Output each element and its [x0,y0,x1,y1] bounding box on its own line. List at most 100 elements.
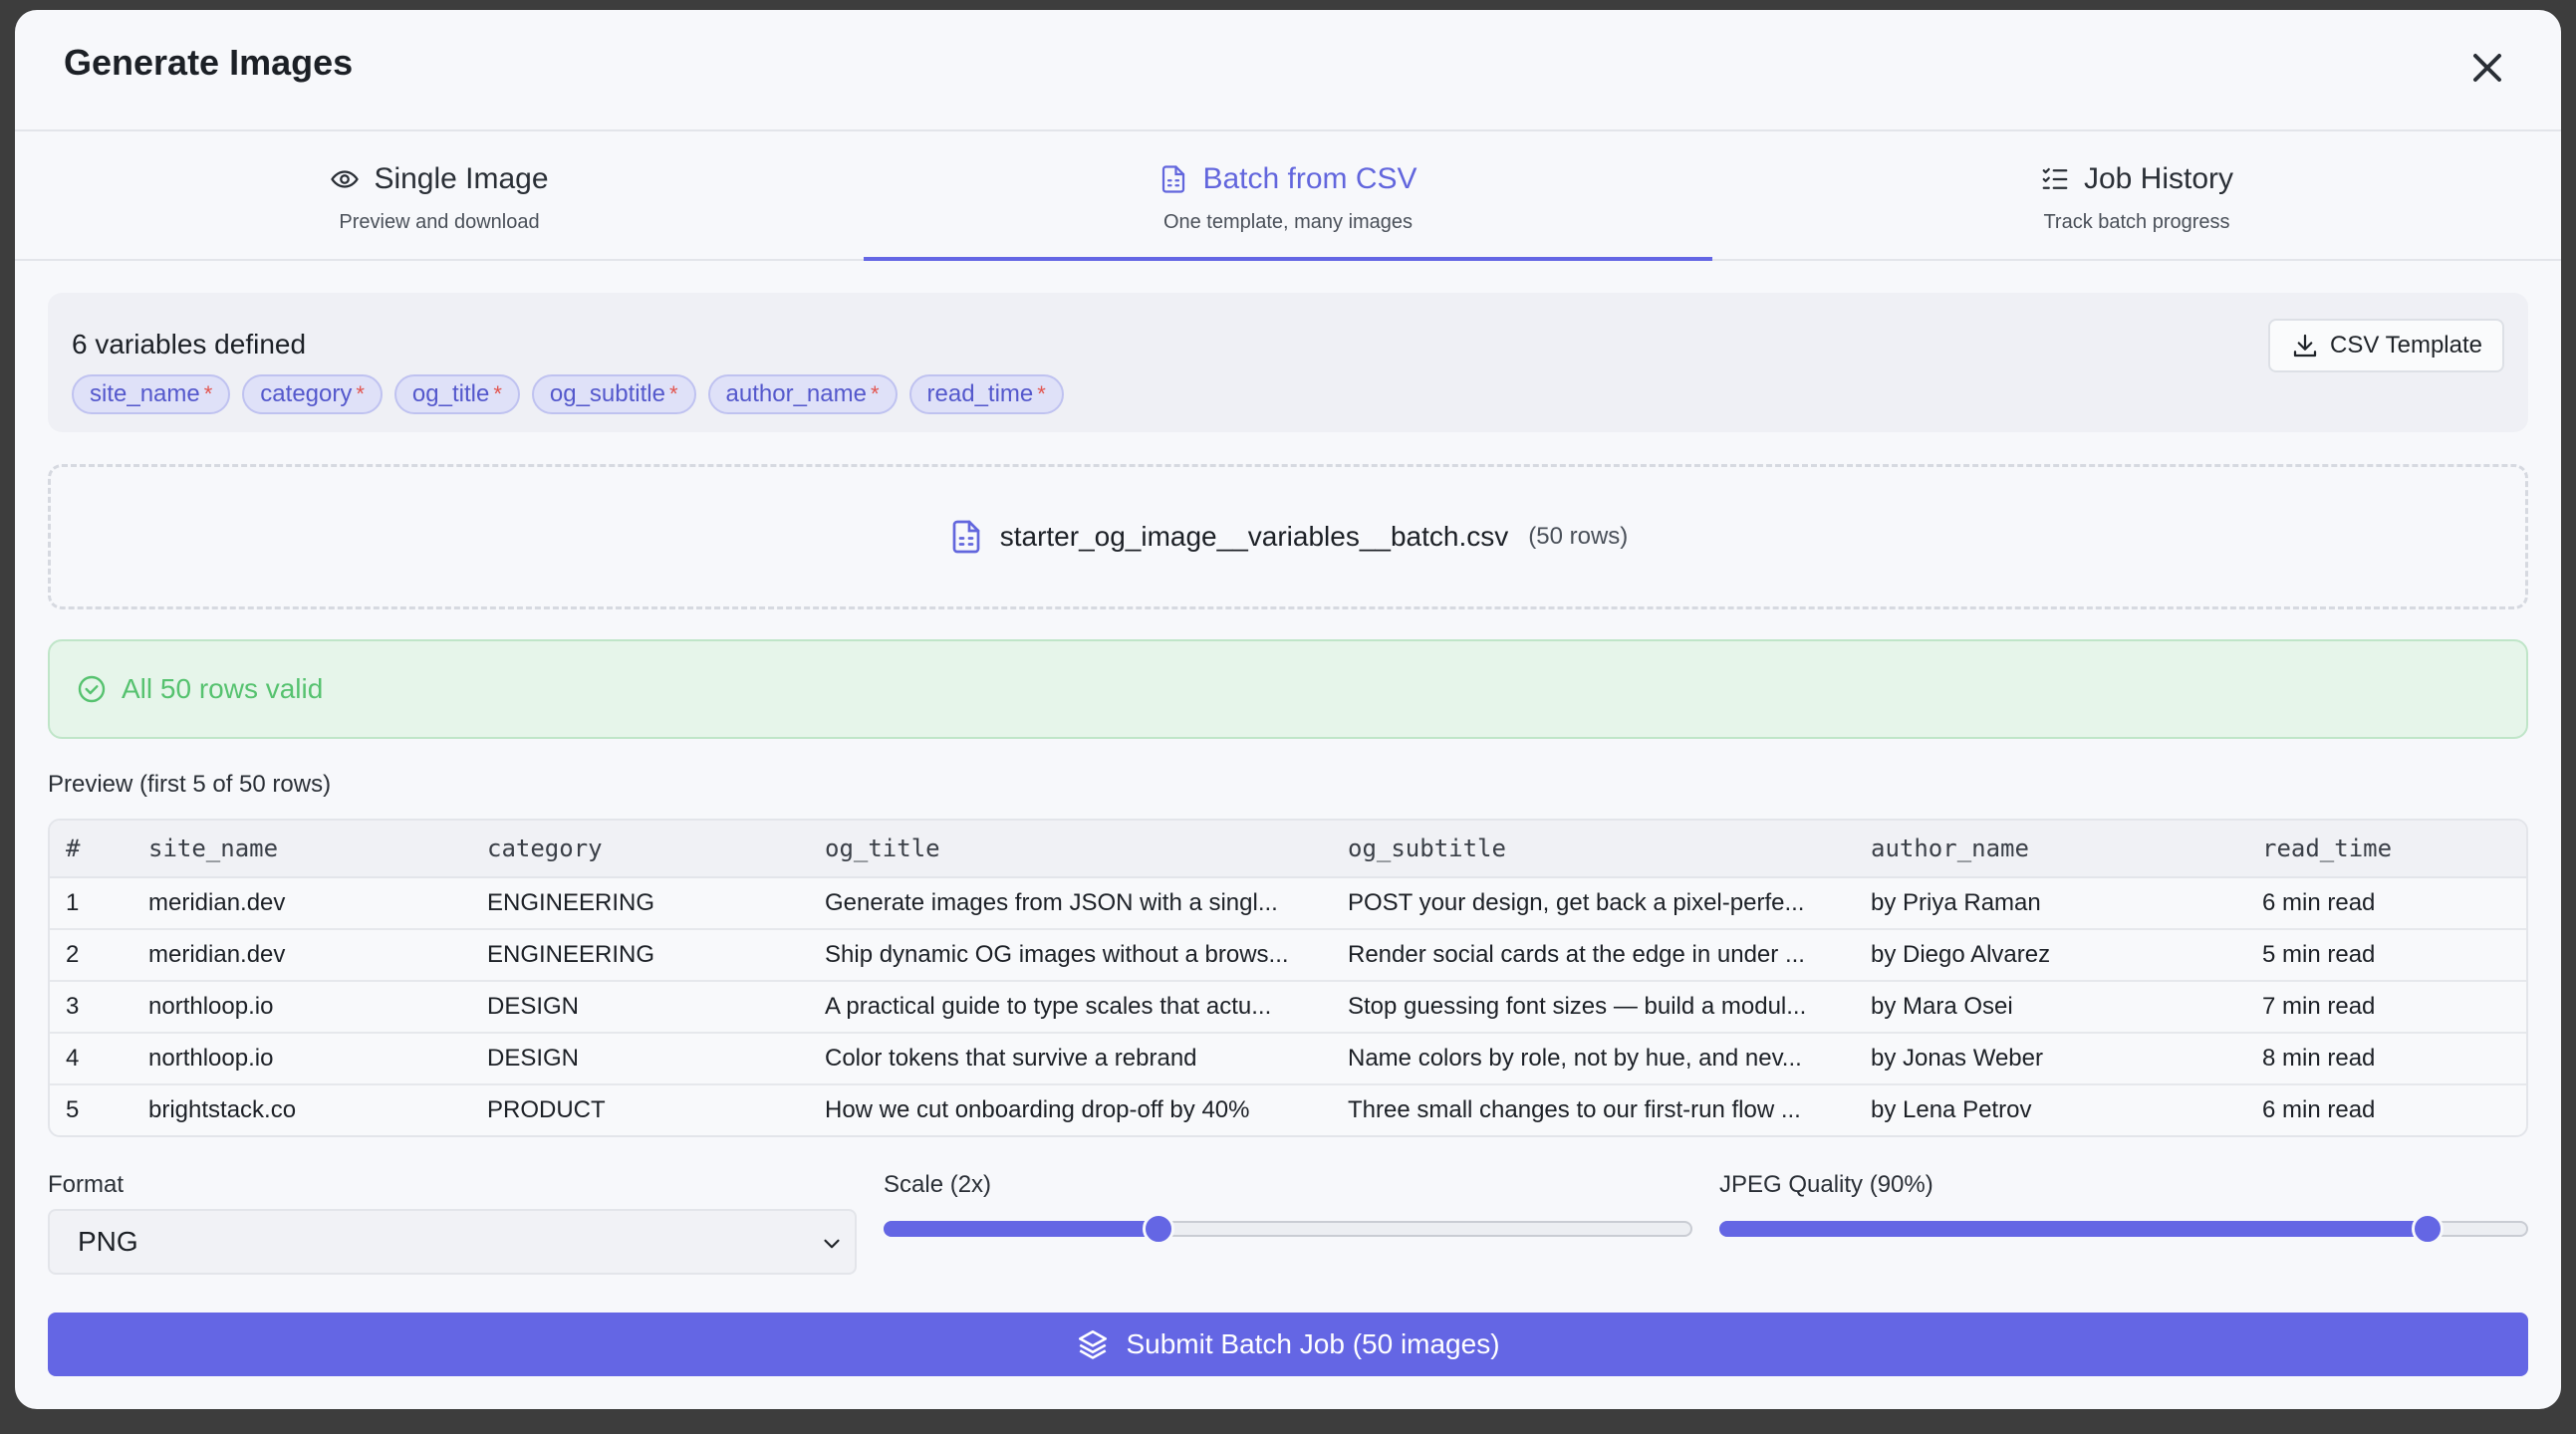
table-cell: meridian.dev [148,877,487,930]
variable-name: site_name [90,380,200,407]
jpeg-quality-label: JPEG Quality (90%) [1719,1171,1933,1198]
table-cell: POST your design, get back a pixel-perfe… [1348,877,1871,930]
generate-images-dialog: Generate Images Single Image Preview and… [15,10,2561,1409]
table-cell: by Jonas Weber [1871,1033,2262,1085]
preview-label: Preview (first 5 of 50 rows) [48,771,332,798]
column-header: # [50,821,148,878]
tab-job-history[interactable]: Job History Track batch progress [1712,131,2561,259]
tab-label: Job History [2083,162,2234,195]
validation-banner: All 50 rows valid [48,639,2528,739]
slider-fill [884,1221,1159,1237]
required-marker: * [1037,381,1046,406]
check-circle-icon [78,675,106,703]
table-cell: Render social cards at the edge in under… [1348,929,1871,982]
table-cell: by Lena Petrov [1871,1096,2032,1123]
variables-count: 6 variables defined [72,329,307,359]
table-cell: Stop guessing font sizes — build a modul… [1348,981,1871,1034]
variable-chip: read_time * [908,374,1064,414]
table-cell: brightstack.co [148,1096,297,1123]
variable-chip: author_name * [707,374,898,414]
slider-thumb[interactable] [1143,1213,1175,1245]
table-row: 1 meridian.dev ENGINEERING Generate imag… [50,877,2526,930]
table-cell: northloop.io [148,981,487,1034]
submit-batch-button[interactable]: Submit Batch Job (50 images) [48,1313,2528,1376]
table-row: 4 northloop.io DESIGN Color tokens that … [50,1033,2526,1085]
column-header: site_name [148,821,487,878]
table-cell: 5 [66,1096,80,1123]
table-cell: Generate images from JSON with a singl..… [825,877,1348,930]
close-icon [2473,54,2501,82]
file-spreadsheet-icon [952,520,980,554]
table-cell: ENGINEERING [487,929,825,982]
table-cell: 6 min read [2262,877,2526,930]
format-selected-value: PNG [78,1226,138,1257]
table-cell: DESIGN [487,1033,825,1085]
csv-template-button[interactable]: CSV Template [2268,319,2504,372]
table-cell: Color tokens that survive a rebrand [825,1033,1348,1085]
variable-name: author_name [725,380,867,407]
variable-chip: og_subtitle * [531,374,696,414]
dialog-header: Generate Images [15,10,2561,131]
tab-label: Single Image [374,162,549,195]
tab-subtitle: Preview and download [339,211,540,233]
variable-chip: category * [242,374,383,414]
tab-batch-from-csv[interactable]: Batch from CSV One template, many images [864,131,1712,261]
variables-panel: 6 variables defined site_name * category *… [48,293,2528,432]
variable-chip: og_title * [393,374,520,414]
variable-chip: site_name * [72,374,231,414]
jpeg-quality-slider[interactable] [1719,1213,2528,1245]
variable-chips: site_name * category * og_title * og_subtit… [72,374,1064,414]
variable-name: read_time [926,380,1034,407]
submit-label: Submit Batch Job (50 images) [1126,1328,1500,1359]
csv-dropzone[interactable]: starter_og_image__variables__batch.csv (… [48,464,2528,609]
tab-subtitle: Track batch progress [2043,211,2230,233]
scale-slider[interactable] [884,1213,1692,1245]
required-marker: * [668,381,678,406]
slider-thumb[interactable] [2411,1213,2444,1245]
tab-single-image[interactable]: Single Image Preview and download [15,131,864,259]
table-cell: 2 [50,929,148,982]
table-cell: by Diego Alvarez [1871,929,2262,982]
table-cell: 6 min read [2262,1096,2376,1123]
format-label: Format [48,1171,125,1198]
table-cell: 8 min read [2262,1033,2526,1085]
dialog-title: Generate Images [64,42,354,83]
table-cell: 7 min read [2262,981,2526,1034]
close-button[interactable] [2463,44,2511,92]
table-header-row: # site_name category og_title og_subtitl… [50,821,2526,878]
table-cell: 1 [50,877,148,930]
column-header: category [487,821,825,878]
required-marker: * [356,381,365,406]
table-row: 5 brightstack.co PRODUCT How we cut onbo… [50,1084,2526,1135]
table-cell: 4 [50,1033,148,1085]
table-cell: PRODUCT [487,1096,606,1123]
column-header: og_subtitle [1348,821,1871,878]
required-marker: * [203,381,213,406]
table-row: 2 meridian.dev ENGINEERING Ship dynamic … [50,929,2526,982]
column-header: og_title [825,821,1348,878]
slider-fill [1719,1221,2428,1237]
chevron-down-icon [824,1239,840,1249]
table-cell: DESIGN [487,981,825,1034]
table-cell: by Priya Raman [1871,877,2262,930]
validation-message: All 50 rows valid [122,673,324,704]
table-cell: northloop.io [148,1033,487,1085]
download-icon [2293,334,2317,358]
preview-table: # site_name category og_title og_subtitl… [48,819,2528,1137]
format-select[interactable]: PNG [48,1209,857,1275]
table-cell: by Mara Osei [1871,981,2262,1034]
column-header: author_name [1871,821,2262,878]
table-row: 3 northloop.io DESIGN A practical guide … [50,981,2526,1034]
tab-subtitle: One template, many images [1162,211,1414,233]
table-cell: A practical guide to type scales that ac… [825,981,1348,1034]
required-marker: * [493,381,502,406]
variable-name: category [260,380,353,407]
file-spreadsheet-icon [1162,165,1185,193]
list-checks-icon [2042,167,2068,189]
eye-icon [331,170,360,188]
layers-icon [1079,1329,1108,1359]
table-cell: meridian.dev [148,929,487,982]
uploaded-row-count: (50 rows) [1528,523,1629,550]
variable-name: og_title [411,380,490,407]
scale-label: Scale (2x) [884,1171,992,1198]
